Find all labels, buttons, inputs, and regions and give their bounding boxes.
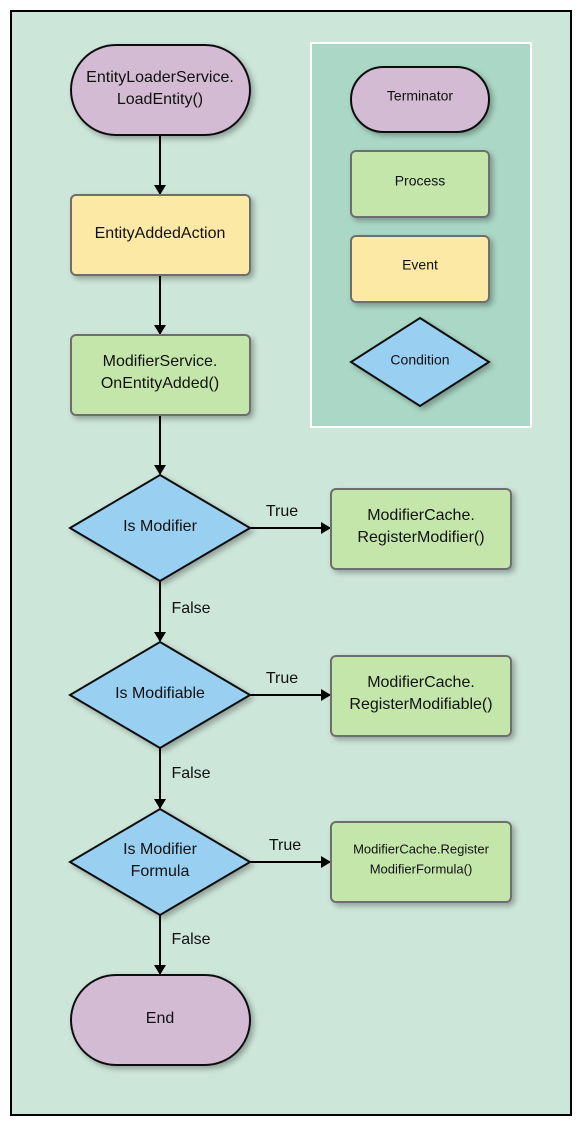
true-label-3: True (269, 837, 301, 854)
svg-text:LoadEntity(): LoadEntity() (117, 91, 203, 108)
legend-condition-label: Condition (390, 352, 449, 368)
svg-text:Is Modifier: Is Modifier (123, 518, 197, 535)
node-on-entity-added: ModifierService. OnEntityAdded() (70, 334, 251, 416)
svg-text:Is Modifier: Is Modifier (123, 841, 197, 858)
node-start: EntityLoaderService. LoadEntity() (70, 44, 251, 136)
svg-text:ModifierFormula(): ModifierFormula() (370, 861, 473, 876)
svg-text:ModifierCache.: ModifierCache. (367, 507, 475, 524)
false-label-1: False (171, 600, 210, 617)
svg-text:OnEntityAdded(): OnEntityAdded() (101, 375, 219, 392)
svg-text:End: End (146, 1010, 174, 1027)
svg-text:ModifierCache.: ModifierCache. (367, 674, 475, 691)
node-register-modifier: ModifierCache. RegisterModifier() (330, 488, 512, 570)
svg-text:ModifierService.: ModifierService. (103, 353, 218, 370)
false-label-2: False (171, 765, 210, 782)
true-label-1: True (266, 503, 298, 520)
node-register-modifiable: ModifierCache. RegisterModifiable() (330, 655, 512, 737)
svg-text:RegisterModifier(): RegisterModifier() (357, 529, 484, 546)
legend-terminator-label: Terminator (387, 88, 453, 104)
legend: Terminator Process Event Condition (310, 42, 532, 428)
legend-event-label: Event (402, 257, 438, 273)
node-entity-added-action: EntityAddedAction (70, 194, 251, 276)
svg-text:ModifierCache.Register: ModifierCache.Register (353, 841, 490, 856)
false-label-3: False (171, 931, 210, 948)
flowchart: Terminator Process Event Condition True … (10, 10, 572, 1116)
node-register-modifier-formula: ModifierCache.Register ModifierFormula() (330, 821, 512, 903)
svg-text:RegisterModifiable(): RegisterModifiable() (349, 696, 492, 713)
true-label-2: True (266, 670, 298, 687)
node-end: End (70, 974, 251, 1066)
svg-text:Formula: Formula (131, 863, 190, 880)
svg-text:Is Modifiable: Is Modifiable (115, 685, 205, 702)
legend-process-label: Process (395, 173, 446, 189)
svg-text:EntityLoaderService.: EntityLoaderService. (86, 69, 234, 86)
svg-text:EntityAddedAction: EntityAddedAction (95, 225, 226, 242)
